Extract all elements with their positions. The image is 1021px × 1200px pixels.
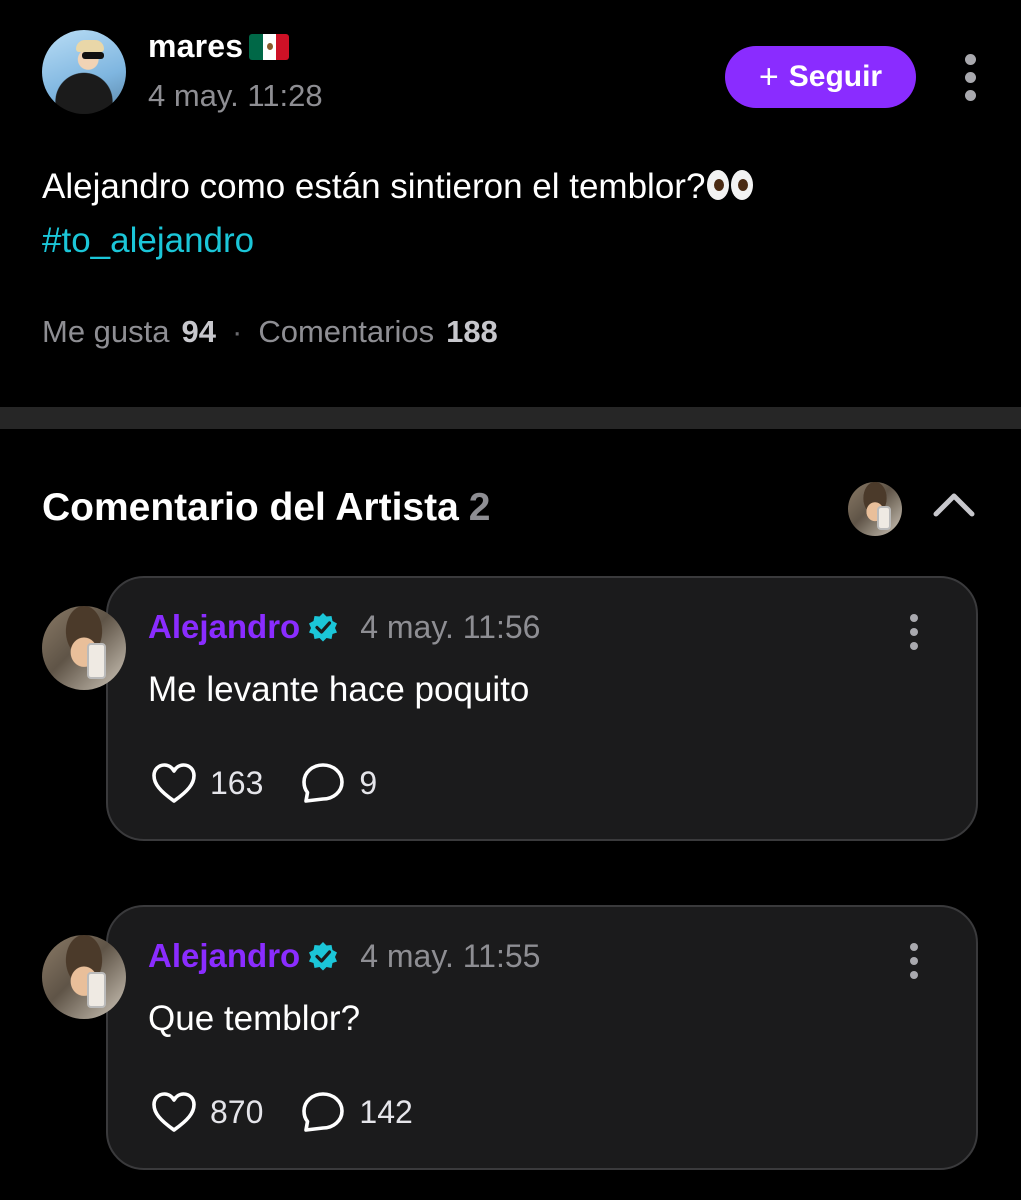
artist-comments-count: 2 [468,486,491,529]
comment-like-count: 163 [210,764,264,801]
author-row: mares [148,28,290,65]
post-text: Alejandro como están sintieron el temblo… [42,160,755,216]
heart-icon[interactable] [150,760,198,806]
post-stats: Me gusta 94 · Comentarios 188 [42,314,498,350]
eyes-emoji-icon [707,162,755,216]
follow-button[interactable]: + Seguir [725,46,916,108]
comment-text: Me levante hace poquito [148,670,530,709]
post-header: mares 4 may. 11:28 + Seguir [42,28,991,118]
comment-author-name[interactable]: Alejandro [148,608,300,646]
post-more-options-icon[interactable] [958,54,982,101]
comment-reply-action[interactable]: 142 [299,1089,413,1135]
comment-like-count: 870 [210,1093,264,1130]
chevron-up-icon[interactable] [932,484,976,528]
comments-label[interactable]: Comentarios [258,314,434,350]
verified-badge-icon [309,942,338,971]
post-hashtag[interactable]: #to_alejandro [42,214,254,268]
artist-avatar[interactable] [848,482,902,536]
artist-comments-title: Comentario del Artista 2 [42,486,491,530]
comment-actions: 870 142 [150,1089,413,1135]
mexico-flag-icon [249,33,290,60]
author-avatar[interactable] [42,30,126,114]
artist-comments-label: Comentario del Artista [42,486,459,529]
post-timestamp: 4 may. 11:28 [148,78,323,113]
stats-separator: · [232,314,243,349]
comment-actions: 163 9 [150,760,377,806]
comment-more-options-icon[interactable] [902,614,926,650]
follow-label: Seguir [788,60,883,93]
comment-reply-action[interactable]: 9 [299,760,377,806]
post-detail-page: mares 4 may. 11:28 + Seguir Alejandro co… [0,0,1021,1200]
comment-author-avatar[interactable] [42,606,126,690]
verified-badge-icon [309,613,338,642]
comment-more-options-icon[interactable] [902,943,926,979]
likes-count: 94 [181,314,216,349]
plus-icon: + [758,58,779,96]
author-name[interactable]: mares [148,28,243,65]
comments-count: 188 [446,314,498,349]
heart-icon[interactable] [150,1089,198,1135]
comment-author-name[interactable]: Alejandro [148,937,300,975]
comment-timestamp: 4 may. 11:55 [360,937,541,974]
comment-bubble-icon[interactable] [299,760,347,806]
comment-reply-count: 9 [359,764,378,801]
comment-text: Que temblor? [148,999,361,1038]
likes-label[interactable]: Me gusta [42,314,170,350]
comment-timestamp: 4 may. 11:56 [360,608,541,645]
comment-bubble-icon[interactable] [299,1089,347,1135]
artist-comment-card: Alejandro 4 may. 11:56 Me levante hace p… [106,576,978,841]
artist-comment-card: Alejandro 4 may. 11:55 Que temblor? 870 … [106,905,978,1170]
comment-header: Alejandro 4 may. 11:55 [148,937,540,975]
post-text-content: Alejandro como están sintieron el temblo… [42,167,706,206]
comment-reply-count: 142 [359,1093,413,1130]
section-divider [0,407,1021,429]
comment-author-avatar[interactable] [42,935,126,1019]
comment-header: Alejandro 4 may. 11:56 [148,608,540,646]
